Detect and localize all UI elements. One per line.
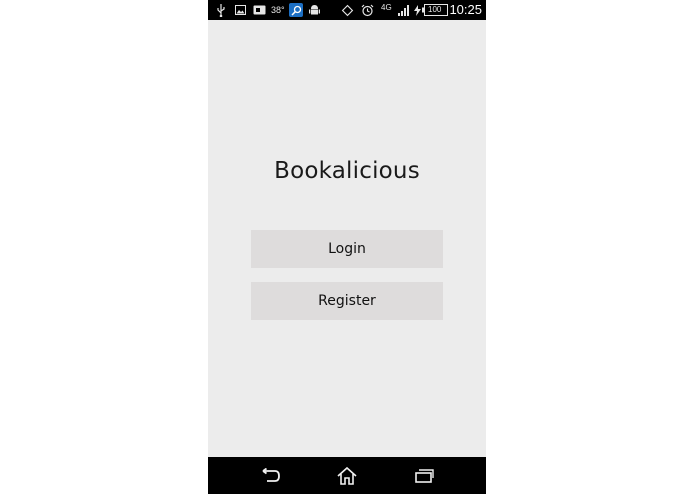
status-bar: 38° 4G 100 10:25: [208, 0, 486, 20]
clock: 10:25: [449, 2, 482, 17]
android-icon: [308, 3, 320, 17]
phone-screen: 38° 4G 100 10:25 Bookalicious Login Regi…: [208, 0, 486, 494]
charging-icon: [413, 3, 421, 17]
login-button[interactable]: Login: [251, 230, 443, 268]
battery-level-text: 100: [428, 5, 442, 14]
temperature-text: 38°: [271, 5, 285, 15]
rotate-icon: [340, 3, 354, 17]
alarm-icon: [360, 3, 374, 17]
signal-icon: [397, 3, 409, 17]
back-icon[interactable]: [250, 463, 290, 489]
home-icon[interactable]: [327, 463, 367, 489]
network-type-text: 4G: [381, 3, 392, 12]
image-icon: [234, 3, 246, 17]
usb-icon: [216, 3, 226, 17]
main-content: Bookalicious Login Register: [208, 20, 486, 457]
register-button[interactable]: Register: [251, 282, 443, 320]
navigation-bar: [208, 457, 486, 494]
app-title: Bookalicious: [274, 158, 420, 184]
sim-icon: [252, 3, 266, 17]
search-app-icon: [289, 3, 303, 17]
recent-apps-icon[interactable]: [404, 463, 444, 489]
